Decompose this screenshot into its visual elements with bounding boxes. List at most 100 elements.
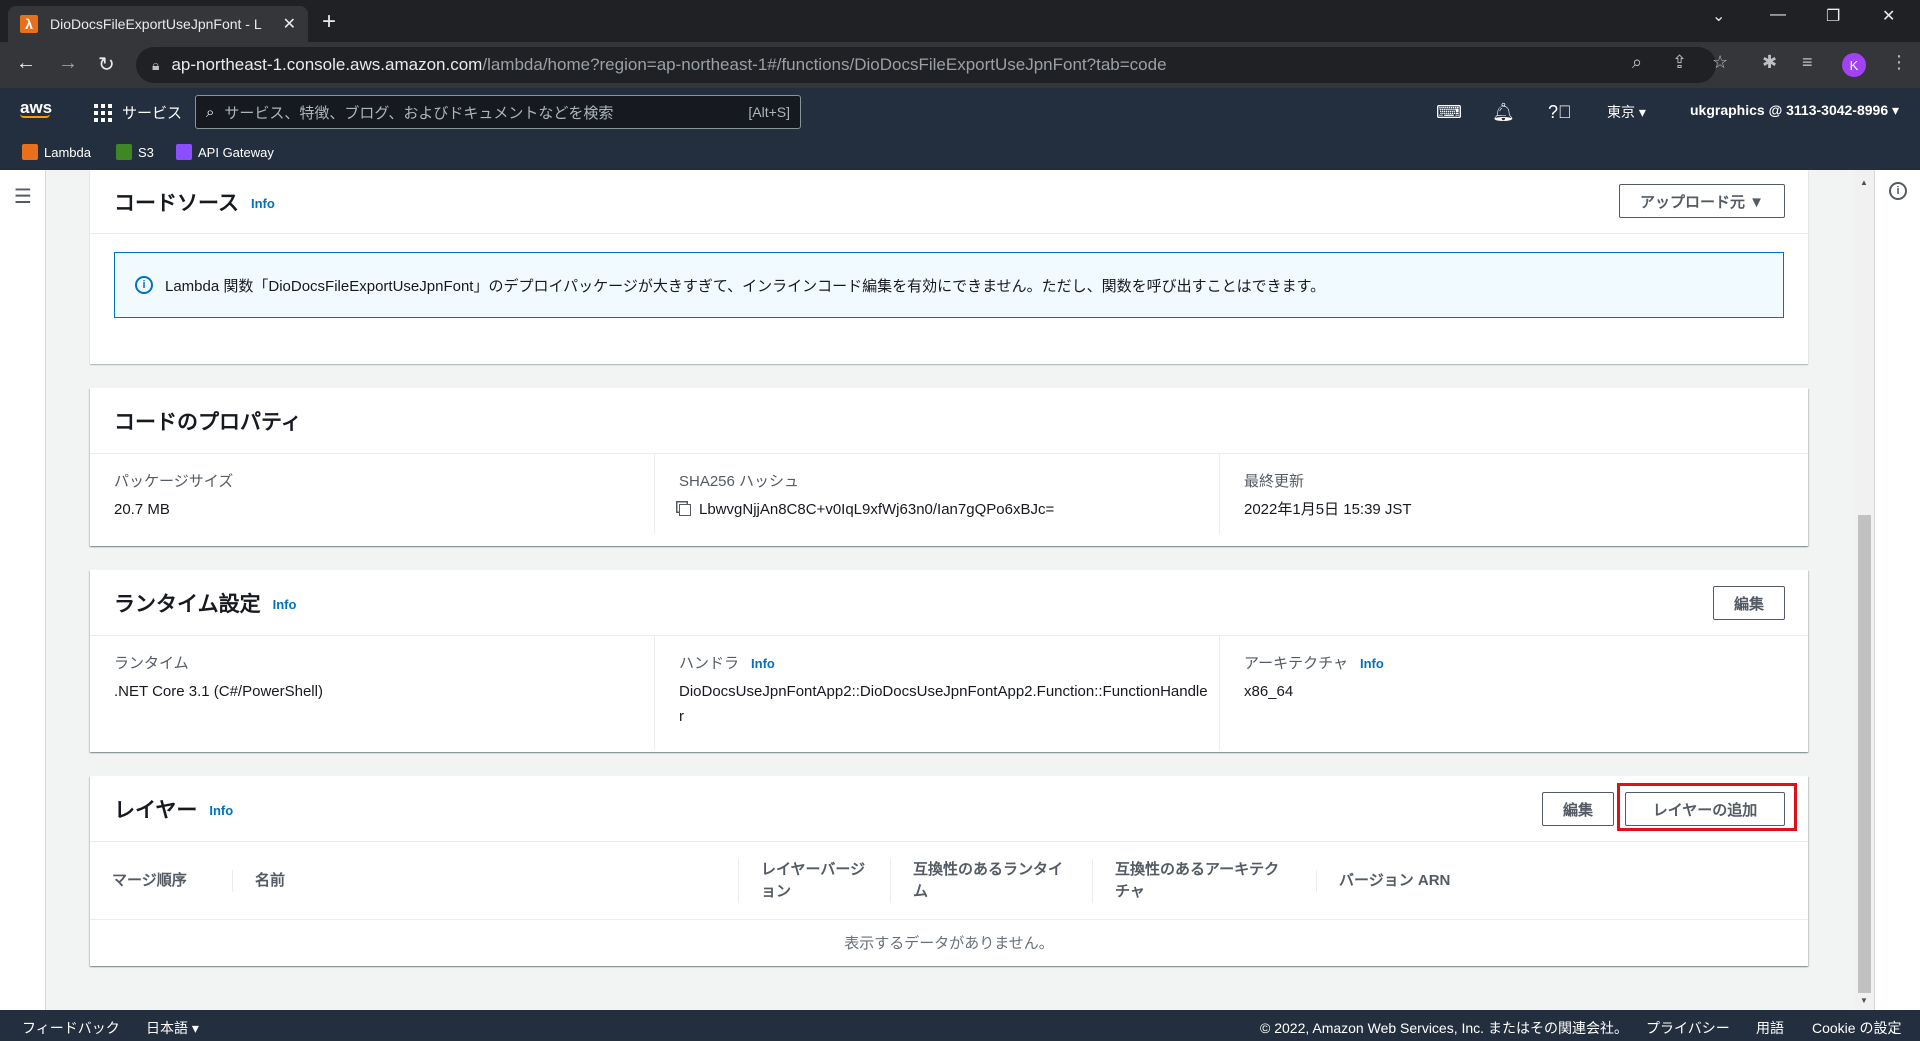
arch-info-link[interactable]: Info xyxy=(1360,656,1384,671)
scrollbar-thumb[interactable] xyxy=(1858,515,1871,993)
language-selector[interactable]: 日本語 ▾ xyxy=(146,1018,199,1038)
lambda-icon xyxy=(22,144,38,160)
column-compatible-runtimes[interactable]: 互換性のあるランタイム xyxy=(890,858,1092,903)
scroll-up-icon[interactable]: ▲ xyxy=(1860,178,1868,187)
new-tab-icon[interactable]: + xyxy=(322,8,336,36)
package-size-field: パッケージサイズ 20.7 MB xyxy=(90,454,655,534)
column-compatible-architectures[interactable]: 互換性のあるアーキテクチャ xyxy=(1092,858,1316,903)
left-navigation-rail: ☰ xyxy=(0,170,46,1010)
copyright-text: © 2022, Amazon Web Services, Inc. またはその関… xyxy=(1260,1020,1628,1036)
copy-icon[interactable] xyxy=(679,504,691,516)
panel-title: コードソース xyxy=(114,191,239,215)
cloudshell-icon[interactable]: ⌨ xyxy=(1436,102,1462,123)
column-layer-version[interactable]: レイヤーバージョン xyxy=(738,858,890,903)
column-version-arn[interactable]: バージョン ARN xyxy=(1316,869,1516,892)
share-icon[interactable]: ⇪ xyxy=(1672,52,1687,73)
url-path: /lambda/home?region=ap-northeast-1#/func… xyxy=(482,55,1167,74)
privacy-link[interactable]: プライバシー xyxy=(1646,1018,1730,1038)
alert-text: Lambda 関数「DioDocsFileExportUseJpnFont」のデ… xyxy=(165,277,1326,295)
search-placeholder: サービス、特徴、ブログ、およびドキュメントなどを検索 xyxy=(224,104,614,122)
aws-console-header: aws サービス ⌕ サービス、特徴、ブログ、およびドキュメントなどを検索 [A… xyxy=(0,88,1920,136)
runtime-field: ランタイム .NET Core 3.1 (C#/PowerShell) xyxy=(90,636,655,750)
extensions-icon[interactable]: ✱ xyxy=(1762,52,1777,73)
page-scrollbar[interactable]: ▲ ▼ xyxy=(1855,170,1874,1010)
code-properties-header: コードのプロパティ xyxy=(90,388,1808,454)
s3-icon xyxy=(116,144,132,160)
handler-info-link[interactable]: Info xyxy=(751,656,775,671)
search-shortcut: [Alt+S] xyxy=(748,104,790,120)
architecture-field: アーキテクチャ Info x86_64 xyxy=(1244,655,1384,700)
tab-search-icon[interactable]: ⌄ xyxy=(1712,6,1725,26)
favorite-api-gateway[interactable]: API Gateway xyxy=(176,144,274,160)
minimize-icon[interactable]: — xyxy=(1770,6,1786,24)
lock-icon: 🔒︎ xyxy=(152,56,160,73)
close-window-icon[interactable]: ✕ xyxy=(1882,6,1895,26)
restore-icon[interactable]: ❐ xyxy=(1826,6,1840,26)
column-merge-order[interactable]: マージ順序 xyxy=(90,870,232,892)
close-tab-icon[interactable]: ✕ xyxy=(283,14,296,34)
help-icon[interactable]: ?⃝ xyxy=(1548,102,1572,123)
notifications-bell-icon[interactable]: 🔔︎ xyxy=(1492,102,1515,123)
back-icon[interactable]: ← xyxy=(16,52,36,75)
info-link[interactable]: Info xyxy=(251,196,275,211)
info-link[interactable]: Info xyxy=(273,597,297,612)
edit-layers-button[interactable]: 編集 xyxy=(1541,792,1614,826)
column-name[interactable]: 名前 xyxy=(232,869,738,892)
cookie-settings-link[interactable]: Cookie の設定 xyxy=(1812,1018,1901,1038)
favorite-lambda[interactable]: Lambda xyxy=(22,144,91,160)
address-bar[interactable]: 🔒︎ ap-northeast-1.console.aws.amazon.com… xyxy=(136,47,1716,83)
api-gateway-icon xyxy=(176,144,192,160)
info-link[interactable]: Info xyxy=(209,803,233,818)
sha256-field: SHA256 ハッシュ LbwvgNjjAn8C8C+v0IqL9xfWj63n… xyxy=(655,454,1220,534)
layers-header: レイヤー Info 編集 レイヤーの追加 xyxy=(90,776,1808,842)
handler-field: ハンドラ Info DioDocsUseJpnFontApp2::DioDocsU… xyxy=(655,636,1220,750)
favorite-s3[interactable]: S3 xyxy=(116,144,154,160)
console-footer: フィードバック 日本語 ▾ © 2022, Amazon Web Service… xyxy=(0,1010,1920,1041)
info-icon: i xyxy=(135,276,153,294)
browser-tab[interactable]: λ DioDocsFileExportUseJpnFont - L ✕ xyxy=(8,6,308,42)
bookmark-star-icon[interactable]: ☆ xyxy=(1712,52,1728,73)
terms-link[interactable]: 用語 xyxy=(1756,1018,1784,1038)
url-host: ap-northeast-1.console.aws.amazon.com xyxy=(171,55,483,74)
last-modified-field: 最終更新 2022年1月5日 15:39 JST xyxy=(1244,473,1412,518)
grid-icon xyxy=(94,103,112,122)
edit-runtime-button[interactable]: 編集 xyxy=(1712,586,1785,620)
upload-from-button[interactable]: アップロード元 ▼ xyxy=(1618,184,1785,218)
kebab-menu-icon[interactable]: ⋮ xyxy=(1890,52,1908,73)
region-selector[interactable]: 東京 ▾ xyxy=(1607,102,1646,122)
services-menu[interactable]: サービス xyxy=(94,102,182,123)
zoom-icon[interactable]: ⌕ xyxy=(1632,52,1642,73)
code-source-panel: コードソース Info アップロード元 ▼ i Lambda 関数「DioDoc… xyxy=(90,170,1808,364)
empty-table-message: 表示するデータがありません。 xyxy=(844,934,1054,952)
layers-panel: レイヤー Info 編集 レイヤーの追加 マージ順序 名前 レイヤーバージョン … xyxy=(90,776,1808,966)
reading-list-icon[interactable]: ≡ xyxy=(1802,52,1813,73)
tab-title: DioDocsFileExportUseJpnFont - L xyxy=(50,16,262,32)
reload-icon[interactable]: ↻ xyxy=(98,52,115,77)
runtime-settings-panel: ランタイム設定 Info 編集 ランタイム .NET Core 3.1 (C#/… xyxy=(90,570,1808,752)
profile-avatar[interactable]: K xyxy=(1842,53,1866,77)
scroll-down-icon[interactable]: ▼ xyxy=(1860,996,1868,1005)
highlight-box xyxy=(1617,783,1797,831)
panel-title: レイヤー xyxy=(114,798,198,822)
hamburger-menu-icon[interactable]: ☰ xyxy=(14,184,32,209)
browser-tab-bar: λ DioDocsFileExportUseJpnFont - L ✕ + ⌄ … xyxy=(0,0,1920,42)
aws-logo[interactable]: aws xyxy=(20,98,52,118)
lambda-favicon-icon: λ xyxy=(20,15,38,33)
layers-table-header: マージ順序 名前 レイヤーバージョン 互換性のあるランタイム 互換性のあるアーキ… xyxy=(90,842,1808,920)
services-label: サービス xyxy=(122,105,183,122)
forward-icon[interactable]: → xyxy=(58,52,78,75)
account-menu[interactable]: ukgraphics @ 3113-3042-8996 ▾ xyxy=(1690,102,1899,119)
info-alert: i Lambda 関数「DioDocsFileExportUseJpnFont」… xyxy=(114,252,1784,318)
browser-toolbar: ← → ↻ 🔒︎ ap-northeast-1.console.aws.amaz… xyxy=(0,42,1920,88)
feedback-link[interactable]: フィードバック xyxy=(22,1018,120,1038)
search-input[interactable]: ⌕ サービス、特徴、ブログ、およびドキュメントなどを検索 [Alt+S] xyxy=(195,95,801,129)
panel-title: ランタイム設定 xyxy=(114,592,261,616)
code-properties-panel: コードのプロパティ パッケージサイズ 20.7 MB SHA256 ハッシュ L… xyxy=(90,388,1808,546)
right-help-rail: i xyxy=(1874,170,1920,1010)
runtime-settings-header: ランタイム設定 Info 編集 xyxy=(90,570,1808,636)
search-icon: ⌕ xyxy=(206,103,215,121)
favorites-bar: Lambda S3 API Gateway xyxy=(0,136,1920,170)
info-panel-icon[interactable]: i xyxy=(1889,182,1907,200)
code-source-header: コードソース Info アップロード元 ▼ xyxy=(90,170,1808,234)
panel-title: コードのプロパティ xyxy=(114,410,302,434)
